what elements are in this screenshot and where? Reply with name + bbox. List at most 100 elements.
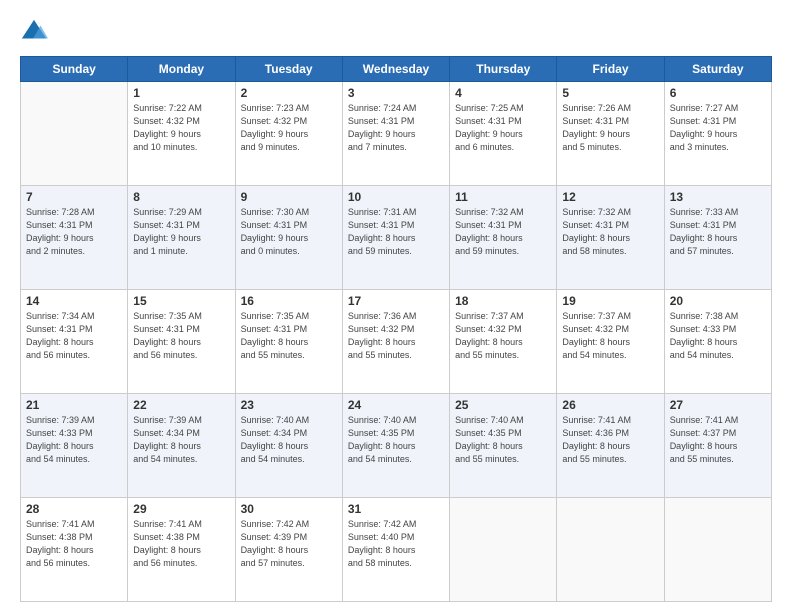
day-number: 30 [241,502,337,516]
calendar-header-thursday: Thursday [450,57,557,82]
calendar-cell: 26 Sunrise: 7:41 AM Sunset: 4:36 PM Dayli… [557,394,664,498]
day-number: 8 [133,190,229,204]
cell-details: Sunrise: 7:35 AM Sunset: 4:31 PM Dayligh… [241,310,337,362]
cell-details: Sunrise: 7:23 AM Sunset: 4:32 PM Dayligh… [241,102,337,154]
cell-details: Sunrise: 7:31 AM Sunset: 4:31 PM Dayligh… [348,206,444,258]
day-number: 18 [455,294,551,308]
cell-details: Sunrise: 7:24 AM Sunset: 4:31 PM Dayligh… [348,102,444,154]
calendar-cell: 27 Sunrise: 7:41 AM Sunset: 4:37 PM Dayli… [664,394,771,498]
calendar-table: SundayMondayTuesdayWednesdayThursdayFrid… [20,56,772,602]
cell-details: Sunrise: 7:37 AM Sunset: 4:32 PM Dayligh… [562,310,658,362]
calendar-cell: 2 Sunrise: 7:23 AM Sunset: 4:32 PM Daylig… [235,82,342,186]
calendar-cell: 4Sunrise: 7:25 AM Sunset: 4:31 PM Daylig… [450,82,557,186]
cell-details: Sunrise: 7:41 AM Sunset: 4:37 PM Dayligh… [670,414,766,466]
calendar-cell: 30 Sunrise: 7:42 AM Sunset: 4:39 PM Dayli… [235,498,342,602]
calendar-cell: 1 Sunrise: 7:22 AM Sunset: 4:32 PM Daylig… [128,82,235,186]
day-number: 2 [241,86,337,100]
calendar-header-saturday: Saturday [664,57,771,82]
cell-details: Sunrise: 7:28 AM Sunset: 4:31 PM Dayligh… [26,206,122,258]
day-number: 10 [348,190,444,204]
calendar-cell: 12 Sunrise: 7:32 AM Sunset: 4:31 PM Dayli… [557,186,664,290]
day-number: 3 [348,86,444,100]
calendar-header-sunday: Sunday [21,57,128,82]
calendar-cell: 18Sunrise: 7:37 AM Sunset: 4:32 PM Dayli… [450,290,557,394]
cell-details: Sunrise: 7:42 AM Sunset: 4:39 PM Dayligh… [241,518,337,570]
calendar-week-row: 1 Sunrise: 7:22 AM Sunset: 4:32 PM Daylig… [21,82,772,186]
calendar-cell: 19 Sunrise: 7:37 AM Sunset: 4:32 PM Dayli… [557,290,664,394]
calendar-header-tuesday: Tuesday [235,57,342,82]
page: SundayMondayTuesdayWednesdayThursdayFrid… [0,0,792,612]
cell-details: Sunrise: 7:42 AM Sunset: 4:40 PM Dayligh… [348,518,444,570]
calendar-cell: 23 Sunrise: 7:40 AM Sunset: 4:34 PM Dayli… [235,394,342,498]
day-number: 9 [241,190,337,204]
day-number: 29 [133,502,229,516]
cell-details: Sunrise: 7:40 AM Sunset: 4:34 PM Dayligh… [241,414,337,466]
calendar-cell [450,498,557,602]
calendar-cell [21,82,128,186]
calendar-cell: 5 Sunrise: 7:26 AM Sunset: 4:31 PM Daylig… [557,82,664,186]
day-number: 28 [26,502,122,516]
calendar-cell: 9Sunrise: 7:30 AM Sunset: 4:31 PM Daylig… [235,186,342,290]
calendar-cell: 10 Sunrise: 7:31 AM Sunset: 4:31 PM Dayli… [342,186,449,290]
cell-details: Sunrise: 7:41 AM Sunset: 4:38 PM Dayligh… [26,518,122,570]
cell-details: Sunrise: 7:35 AM Sunset: 4:31 PM Dayligh… [133,310,229,362]
calendar-week-row: 14 Sunrise: 7:34 AM Sunset: 4:31 PM Dayli… [21,290,772,394]
cell-details: Sunrise: 7:38 AM Sunset: 4:33 PM Dayligh… [670,310,766,362]
day-number: 19 [562,294,658,308]
cell-details: Sunrise: 7:40 AM Sunset: 4:35 PM Dayligh… [455,414,551,466]
calendar-cell: 31 Sunrise: 7:42 AM Sunset: 4:40 PM Dayli… [342,498,449,602]
calendar-cell: 16Sunrise: 7:35 AM Sunset: 4:31 PM Dayli… [235,290,342,394]
calendar-cell: 28 Sunrise: 7:41 AM Sunset: 4:38 PM Dayli… [21,498,128,602]
cell-details: Sunrise: 7:39 AM Sunset: 4:33 PM Dayligh… [26,414,122,466]
calendar-week-row: 28 Sunrise: 7:41 AM Sunset: 4:38 PM Dayli… [21,498,772,602]
header [20,18,772,46]
calendar-cell [664,498,771,602]
logo [20,18,52,46]
calendar-cell: 24Sunrise: 7:40 AM Sunset: 4:35 PM Dayli… [342,394,449,498]
day-number: 22 [133,398,229,412]
day-number: 14 [26,294,122,308]
calendar-cell: 20 Sunrise: 7:38 AM Sunset: 4:33 PM Dayli… [664,290,771,394]
cell-details: Sunrise: 7:22 AM Sunset: 4:32 PM Dayligh… [133,102,229,154]
day-number: 17 [348,294,444,308]
cell-details: Sunrise: 7:27 AM Sunset: 4:31 PM Dayligh… [670,102,766,154]
day-number: 20 [670,294,766,308]
cell-details: Sunrise: 7:41 AM Sunset: 4:36 PM Dayligh… [562,414,658,466]
calendar-cell: 15Sunrise: 7:35 AM Sunset: 4:31 PM Dayli… [128,290,235,394]
cell-details: Sunrise: 7:29 AM Sunset: 4:31 PM Dayligh… [133,206,229,258]
calendar-cell: 29 Sunrise: 7:41 AM Sunset: 4:38 PM Dayli… [128,498,235,602]
day-number: 1 [133,86,229,100]
cell-details: Sunrise: 7:39 AM Sunset: 4:34 PM Dayligh… [133,414,229,466]
calendar-header-row: SundayMondayTuesdayWednesdayThursdayFrid… [21,57,772,82]
cell-details: Sunrise: 7:26 AM Sunset: 4:31 PM Dayligh… [562,102,658,154]
day-number: 12 [562,190,658,204]
calendar-cell: 8 Sunrise: 7:29 AM Sunset: 4:31 PM Daylig… [128,186,235,290]
day-number: 13 [670,190,766,204]
calendar-cell: 25Sunrise: 7:40 AM Sunset: 4:35 PM Dayli… [450,394,557,498]
calendar-cell: 17Sunrise: 7:36 AM Sunset: 4:32 PM Dayli… [342,290,449,394]
calendar-week-row: 21 Sunrise: 7:39 AM Sunset: 4:33 PM Dayli… [21,394,772,498]
calendar-cell: 22 Sunrise: 7:39 AM Sunset: 4:34 PM Dayli… [128,394,235,498]
calendar-cell: 14 Sunrise: 7:34 AM Sunset: 4:31 PM Dayli… [21,290,128,394]
cell-details: Sunrise: 7:32 AM Sunset: 4:31 PM Dayligh… [455,206,551,258]
cell-details: Sunrise: 7:32 AM Sunset: 4:31 PM Dayligh… [562,206,658,258]
cell-details: Sunrise: 7:34 AM Sunset: 4:31 PM Dayligh… [26,310,122,362]
calendar-cell: 13 Sunrise: 7:33 AM Sunset: 4:31 PM Dayli… [664,186,771,290]
cell-details: Sunrise: 7:25 AM Sunset: 4:31 PM Dayligh… [455,102,551,154]
day-number: 21 [26,398,122,412]
day-number: 5 [562,86,658,100]
cell-details: Sunrise: 7:41 AM Sunset: 4:38 PM Dayligh… [133,518,229,570]
day-number: 31 [348,502,444,516]
day-number: 27 [670,398,766,412]
cell-details: Sunrise: 7:33 AM Sunset: 4:31 PM Dayligh… [670,206,766,258]
day-number: 11 [455,190,551,204]
day-number: 7 [26,190,122,204]
calendar-cell: 11 Sunrise: 7:32 AM Sunset: 4:31 PM Dayli… [450,186,557,290]
day-number: 23 [241,398,337,412]
cell-details: Sunrise: 7:40 AM Sunset: 4:35 PM Dayligh… [348,414,444,466]
logo-icon [20,18,48,46]
day-number: 6 [670,86,766,100]
calendar-cell: 21 Sunrise: 7:39 AM Sunset: 4:33 PM Dayli… [21,394,128,498]
day-number: 26 [562,398,658,412]
calendar-header-monday: Monday [128,57,235,82]
